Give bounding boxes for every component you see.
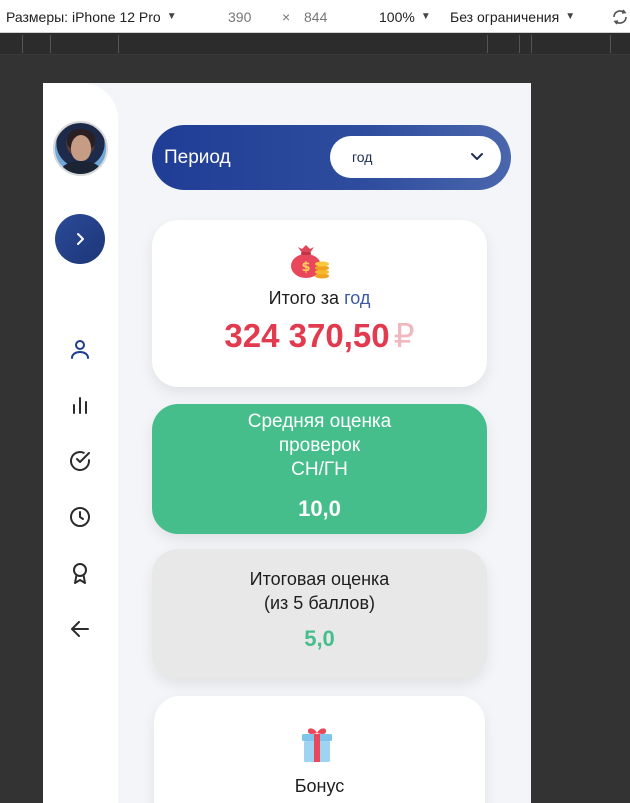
period-label: Период — [164, 147, 231, 168]
money-bag-icon: $ — [291, 245, 329, 279]
period-select-value: год — [352, 149, 373, 165]
device-ruler — [0, 33, 630, 55]
chevron-down-icon — [471, 153, 483, 160]
device-selector[interactable]: Размеры: iPhone 12 Pro ▼ — [6, 0, 177, 33]
zoom-label: 100% — [379, 8, 415, 25]
bonus-title: Бонус — [294, 776, 345, 796]
final-score-value: 5,0 — [304, 626, 335, 651]
avatar[interactable] — [53, 121, 108, 176]
currency-symbol: ₽ — [393, 317, 415, 354]
award-icon[interactable] — [68, 561, 92, 585]
final-score-title-line: Итоговая оценка — [249, 569, 390, 589]
bar-chart-icon[interactable] — [68, 393, 92, 417]
average-score-title-line: Средняя оценка — [247, 411, 392, 432]
total-title: Итого за год — [152, 288, 487, 309]
final-score-title: Итоговая оценка (из 5 баллов) — [172, 567, 467, 615]
total-card: $ Итого за год 324 370,50 ₽ — [152, 220, 487, 387]
sidebar — [43, 83, 118, 803]
total-amount: 324 370,50 ₽ — [152, 316, 487, 355]
throttle-label: Без ограничения — [450, 8, 560, 25]
chevron-right-icon — [77, 233, 84, 245]
total-title-period: год — [344, 288, 371, 308]
check-circle-icon[interactable] — [68, 449, 92, 473]
phone-viewport: Период год $ Итого за год 324 370,50 ₽ С… — [43, 83, 531, 803]
throttle-selector[interactable]: Без ограничения ▼ — [450, 0, 575, 33]
arrow-left-icon[interactable] — [68, 617, 92, 641]
average-score-title-line: СН/ГН — [291, 459, 348, 480]
period-bar: Период год — [152, 125, 511, 190]
user-icon[interactable] — [68, 337, 92, 361]
height-input[interactable]: 844 — [304, 0, 327, 33]
gift-icon — [302, 728, 332, 762]
times-icon: × — [282, 8, 291, 25]
clock-icon[interactable] — [68, 505, 92, 529]
device-label: Размеры: iPhone 12 Pro — [6, 8, 161, 25]
average-score-title-line: проверок — [278, 435, 361, 456]
total-title-prefix: Итого за — [268, 288, 340, 308]
expand-sidebar-button[interactable] — [55, 214, 105, 264]
caret-down-icon: ▼ — [565, 11, 576, 22]
devtools-toolbar: Размеры: iPhone 12 Pro ▼ 390 × 844 100% … — [0, 0, 630, 33]
final-score-title-line: (из 5 баллов) — [264, 593, 375, 613]
svg-text:$: $ — [301, 260, 310, 275]
zoom-selector[interactable]: 100% ▼ — [379, 0, 431, 33]
period-select[interactable]: год — [330, 136, 501, 178]
average-score-title: Средняя оценка проверок СН/ГН — [172, 410, 467, 482]
average-score-value: 10,0 — [298, 496, 341, 521]
caret-down-icon: ▼ — [420, 11, 431, 22]
width-input[interactable]: 390 — [228, 0, 251, 33]
total-amount-value: 324 370,50 — [224, 317, 390, 354]
rotate-icon[interactable] — [610, 7, 630, 27]
final-score-card: Итоговая оценка (из 5 баллов) 5,0 — [152, 549, 487, 679]
caret-down-icon: ▼ — [166, 11, 177, 22]
bonus-card: Бонус — [154, 696, 485, 803]
average-score-card: Средняя оценка проверок СН/ГН 10,0 — [152, 404, 487, 534]
